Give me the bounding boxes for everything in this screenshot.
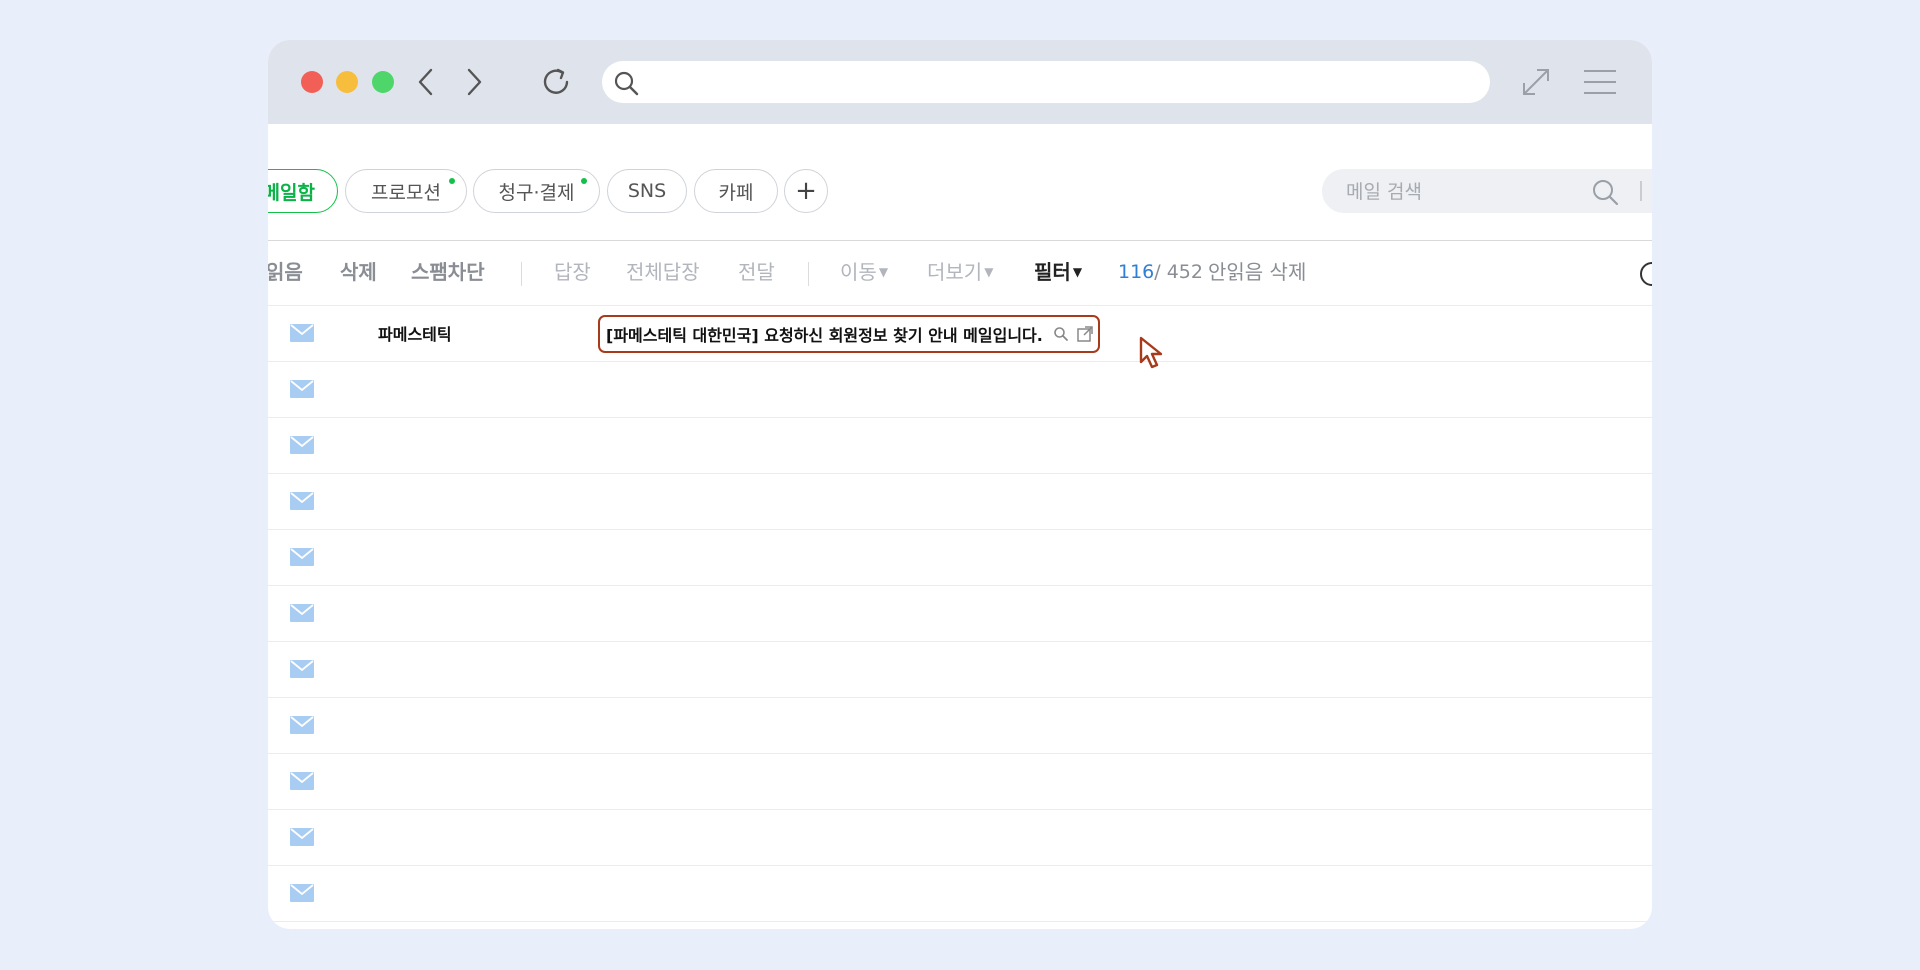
folder-tab-label: 메일함 bbox=[268, 181, 315, 204]
mail-row[interactable] bbox=[268, 754, 1652, 810]
folder-tab-label: 프로모션 bbox=[371, 181, 441, 204]
folder-tab-sns[interactable]: SNS bbox=[607, 169, 687, 213]
forward-icon[interactable] bbox=[454, 62, 494, 102]
mail-row[interactable] bbox=[268, 866, 1652, 922]
envelope-icon[interactable] bbox=[290, 772, 314, 794]
envelope-icon[interactable] bbox=[290, 828, 314, 850]
filter-dropdown[interactable]: 필터 ▼ bbox=[1034, 257, 1082, 287]
total-count: / 452 bbox=[1154, 261, 1203, 283]
delete-button[interactable]: 삭제 bbox=[340, 257, 377, 287]
address-input[interactable] bbox=[652, 67, 1476, 99]
unread-count[interactable]: 116 bbox=[1118, 261, 1154, 283]
mail-list: 파메스테틱 [파메스테틱 대한민국] 요청하신 회원정보 찾기 안내 메일입니다… bbox=[268, 306, 1652, 929]
clock-icon[interactable] bbox=[1640, 262, 1652, 286]
mail-row[interactable] bbox=[268, 474, 1652, 530]
mail-search-input[interactable] bbox=[1344, 177, 1588, 207]
folder-tab-label: SNS bbox=[627, 180, 667, 202]
envelope-icon[interactable] bbox=[290, 660, 314, 682]
reload-icon[interactable] bbox=[536, 62, 576, 102]
envelope-icon[interactable] bbox=[290, 716, 314, 738]
envelope-icon[interactable] bbox=[290, 436, 314, 458]
browser-window: 메일함 프로모션 청구·결제 SNS 카페 + 읽음 삭제 스 bbox=[268, 40, 1652, 929]
reply-all-button[interactable]: 전체답장 bbox=[626, 257, 700, 287]
search-icon bbox=[612, 69, 640, 101]
minimize-window-button[interactable] bbox=[336, 71, 358, 93]
folder-tab-billing[interactable]: 청구·결제 bbox=[473, 169, 600, 213]
close-window-button[interactable] bbox=[301, 71, 323, 93]
add-folder-button[interactable]: + bbox=[784, 169, 828, 213]
envelope-icon[interactable] bbox=[290, 380, 314, 402]
open-new-window-icon[interactable] bbox=[1076, 325, 1094, 343]
move-dropdown[interactable]: 이동 ▼ bbox=[840, 257, 888, 287]
envelope-icon[interactable] bbox=[290, 604, 314, 626]
mail-row[interactable]: 파메스테틱 [파메스테틱 대한민국] 요청하신 회원정보 찾기 안내 메일입니다… bbox=[268, 306, 1652, 369]
folder-tab-label: 청구·결제 bbox=[498, 181, 575, 204]
chevron-down-icon: ▼ bbox=[1072, 265, 1083, 279]
folder-tab-promotion[interactable]: 프로모션 bbox=[345, 169, 467, 213]
address-bar[interactable] bbox=[602, 61, 1490, 103]
expand-icon[interactable] bbox=[1516, 62, 1556, 102]
mail-search-box bbox=[1322, 169, 1652, 213]
spam-block-button[interactable]: 스팸차단 bbox=[411, 257, 485, 287]
folder-tab-label: 카페 bbox=[718, 181, 754, 204]
mail-sender[interactable]: 파메스테틱 bbox=[378, 321, 452, 345]
envelope-icon[interactable] bbox=[290, 324, 314, 346]
mail-row[interactable] bbox=[268, 362, 1652, 418]
mark-read-button[interactable]: 읽음 bbox=[268, 257, 303, 287]
mail-row[interactable] bbox=[268, 698, 1652, 754]
more-label: 더보기 bbox=[927, 260, 983, 284]
delete-unread-button[interactable]: 안읽음 삭제 bbox=[1208, 257, 1306, 287]
envelope-icon[interactable] bbox=[290, 492, 314, 514]
menu-icon[interactable] bbox=[1580, 62, 1620, 102]
more-dropdown[interactable]: 더보기 ▼ bbox=[927, 257, 993, 287]
search-divider bbox=[1640, 181, 1642, 201]
mail-count: 116/ 452 bbox=[1118, 257, 1203, 287]
mail-row[interactable] bbox=[268, 530, 1652, 586]
move-label: 이동 bbox=[840, 260, 877, 284]
back-icon[interactable] bbox=[406, 62, 446, 102]
envelope-icon[interactable] bbox=[290, 548, 314, 570]
mail-subject-highlight[interactable]: [파메스테틱 대한민국] 요청하신 회원정보 찾기 안내 메일입니다. bbox=[598, 315, 1100, 353]
toolbar-divider bbox=[521, 262, 522, 286]
folder-tabs: 메일함 프로모션 청구·결제 SNS 카페 + bbox=[268, 124, 1652, 241]
filter-label: 필터 bbox=[1034, 260, 1071, 284]
mail-row[interactable] bbox=[268, 418, 1652, 474]
plus-icon: + bbox=[795, 176, 817, 206]
folder-tab-mailbox[interactable]: 메일함 bbox=[268, 169, 338, 213]
reply-button[interactable]: 답장 bbox=[554, 257, 591, 287]
new-indicator-dot bbox=[581, 178, 587, 184]
mail-row[interactable] bbox=[268, 586, 1652, 642]
chevron-down-icon: ▼ bbox=[984, 265, 994, 279]
chevron-down-icon: ▼ bbox=[878, 265, 889, 279]
search-icon[interactable] bbox=[1590, 177, 1620, 207]
toolbar-divider bbox=[808, 262, 809, 286]
new-indicator-dot bbox=[449, 178, 455, 184]
mail-subject[interactable]: [파메스테틱 대한민국] 요청하신 회원정보 찾기 안내 메일입니다. bbox=[606, 322, 1043, 346]
envelope-icon[interactable] bbox=[290, 884, 314, 906]
folder-tab-cafe[interactable]: 카페 bbox=[694, 169, 778, 213]
mail-row[interactable] bbox=[268, 642, 1652, 698]
mail-row[interactable] bbox=[268, 810, 1652, 866]
forward-button[interactable]: 전달 bbox=[738, 257, 775, 287]
mail-action-toolbar: 읽음 삭제 스팸차단 답장 전체답장 전달 이동 ▼ 더보기 ▼ 필터 ▼ 116/ … bbox=[268, 241, 1652, 306]
preview-search-icon[interactable] bbox=[1053, 326, 1069, 342]
maximize-window-button[interactable] bbox=[372, 71, 394, 93]
mail-row[interactable] bbox=[268, 922, 1652, 929]
browser-toolbar bbox=[268, 40, 1652, 124]
